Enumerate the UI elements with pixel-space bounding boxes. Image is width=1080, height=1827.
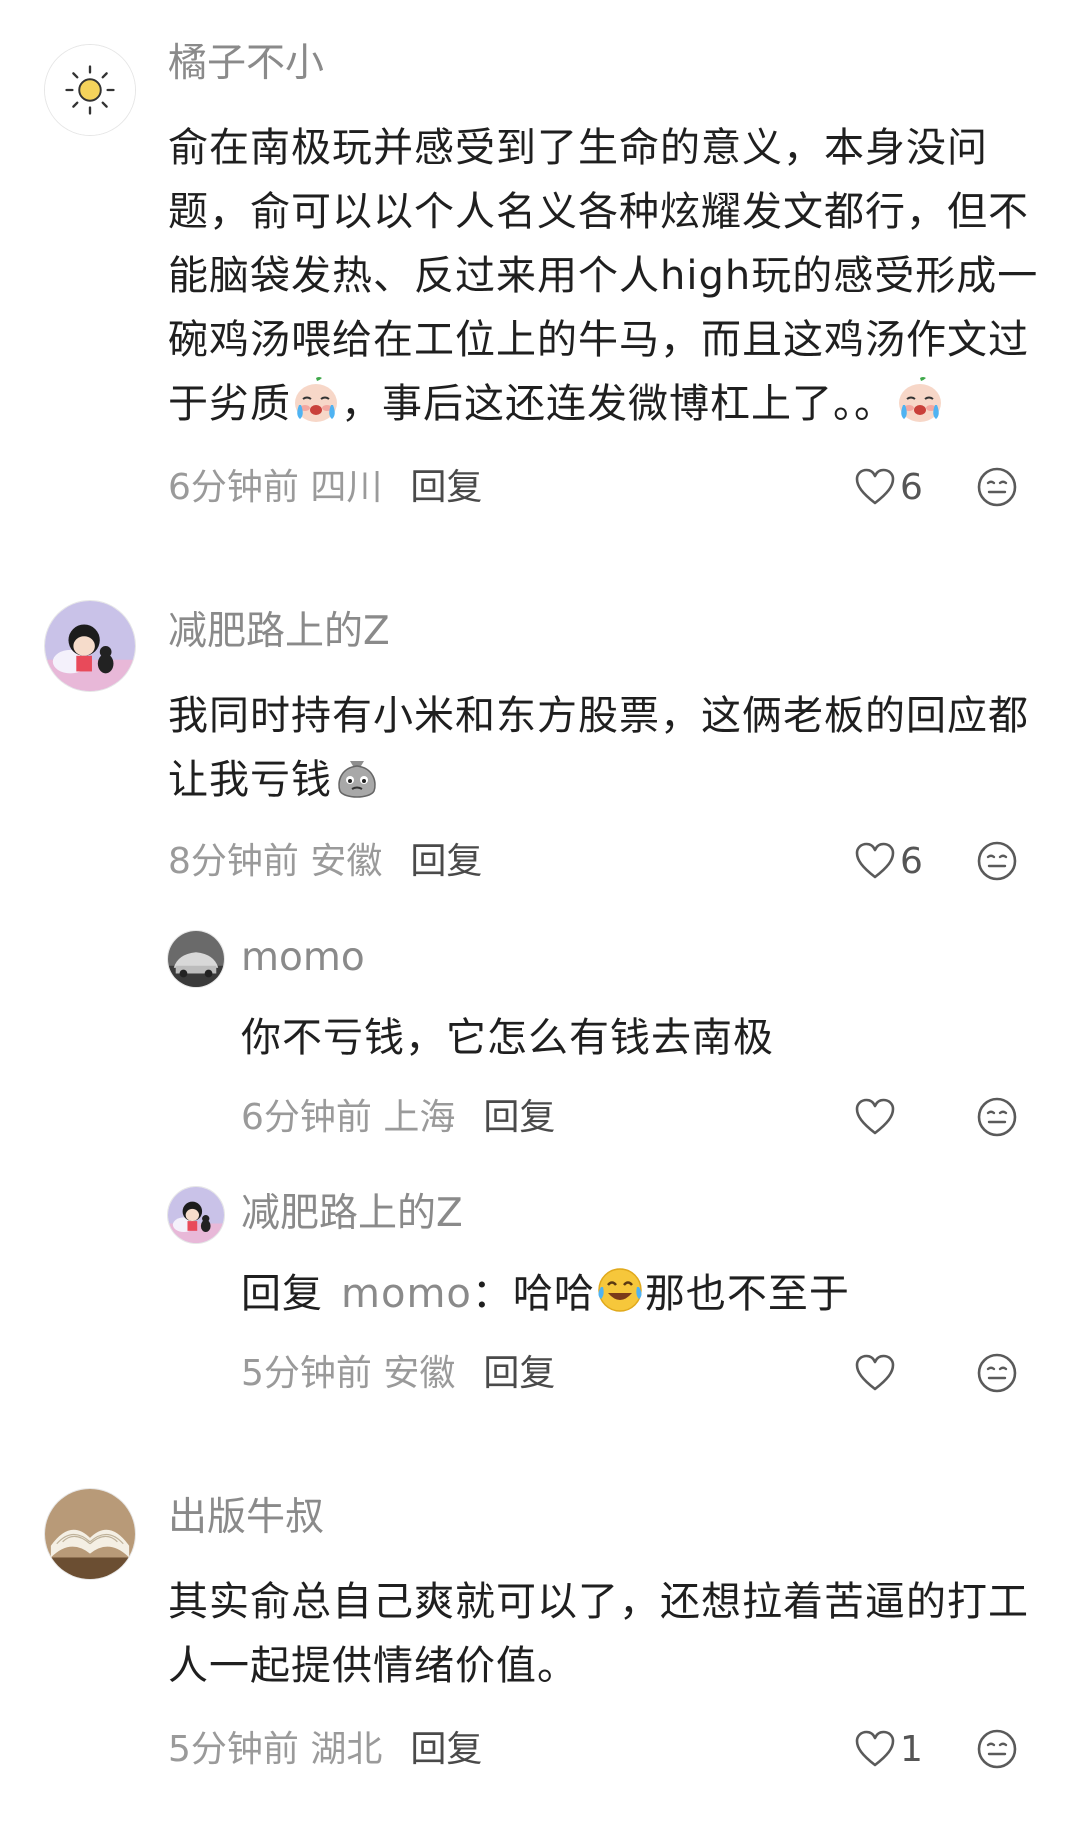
like-count: 1 [900,1728,923,1770]
reply-button[interactable]: 回复 [483,1097,555,1138]
comment-meta: 5分钟前 湖北 回复 [168,1728,482,1772]
like-button[interactable]: 6 [854,463,923,511]
comment-text-part: 我同时持有小米和东方股票，这俩老板的回应都让我亏钱 [168,693,1029,803]
cartoon-girl-avatar [168,1187,224,1243]
reply-button[interactable]: 回复 [410,841,482,882]
reaction-button[interactable] [976,1728,1018,1770]
comment-meta: 6分钟前 四川 回复 [168,466,482,510]
like-count: 6 [900,840,923,882]
car-avatar [168,931,224,987]
timestamp-location: 6分钟前 四川 [168,467,383,508]
neutral-face-icon [976,466,1018,508]
username[interactable]: 橘子不小 [168,40,324,88]
timestamp-location: 5分钟前 湖北 [168,1729,383,1770]
reply-prefix: 回复 [241,1271,323,1317]
reply-button[interactable]: 回复 [410,467,482,508]
like-button[interactable]: 6 [854,837,923,885]
neutral-face-icon [976,1096,1018,1138]
reaction-button[interactable] [976,1096,1018,1138]
avatar[interactable] [167,930,225,988]
like-count: 6 [900,466,923,508]
heart-icon [854,1729,896,1769]
timestamp-location: 6分钟前 上海 [241,1097,456,1138]
reply-button[interactable]: 回复 [410,1729,482,1770]
timestamp-location: 5分钟前 安徽 [241,1353,456,1394]
avatar[interactable] [44,44,136,136]
avatar[interactable] [44,1488,136,1580]
like-button[interactable] [854,1349,896,1397]
avatar[interactable] [167,1186,225,1244]
comment-meta: 8分钟前 安徽 回复 [168,840,482,884]
like-button[interactable]: 1 [854,1725,923,1773]
comment-text: 回复 momo：哈哈 那也不至于 [241,1262,1041,1326]
username[interactable]: 减肥路上的Z [241,1190,463,1238]
comment-text-part: ，事后这还连发微博杠上了。。 [341,381,895,427]
username[interactable]: momo [241,934,365,982]
heart-icon [854,1097,896,1137]
comment-text-part: 那也不至于 [644,1271,850,1317]
comment-text: 你不亏钱，它怎么有钱去南极 [241,1015,774,1061]
colon: ： [471,1271,513,1317]
username[interactable]: 出版牛叔 [168,1494,324,1542]
timestamp-location: 8分钟前 安徽 [168,841,383,882]
comment-text-part: 哈哈 [512,1271,595,1317]
heart-icon [854,1353,896,1393]
comment-text: 俞在南极玩并感受到了生命的意义，本身没问题，俞可以以个人名义各种炫耀发文都行，但… [168,116,1048,436]
laughing-tears-emoji [595,1265,645,1315]
crying-face-emoji [291,375,341,425]
reply-button[interactable]: 回复 [483,1353,555,1394]
like-button[interactable] [854,1093,896,1141]
comment-text: 我同时持有小米和东方股票，这俩老板的回应都让我亏钱 [168,684,1048,812]
neutral-face-icon [976,840,1018,882]
heart-icon [854,467,896,507]
mention-link[interactable]: momo [341,1271,472,1317]
comment-text: 其实俞总自己爽就可以了，还想拉着苦逼的打工人一起提供情绪价值。 [168,1579,1029,1689]
sun-icon [45,45,135,135]
neutral-face-icon [976,1728,1018,1770]
avatar[interactable] [44,600,136,692]
sad-moneybag-emoji [332,751,382,801]
reaction-button[interactable] [976,466,1018,508]
comment-meta: 6分钟前 上海 回复 [241,1096,555,1140]
heart-icon [854,841,896,881]
neutral-face-icon [976,1352,1018,1394]
open-book-avatar [45,1489,135,1579]
username[interactable]: 减肥路上的Z [168,608,390,656]
reaction-button[interactable] [976,840,1018,882]
crying-face-emoji [895,375,945,425]
reaction-button[interactable] [976,1352,1018,1394]
cartoon-girl-avatar [45,601,135,691]
comment-meta: 5分钟前 安徽 回复 [241,1352,555,1396]
